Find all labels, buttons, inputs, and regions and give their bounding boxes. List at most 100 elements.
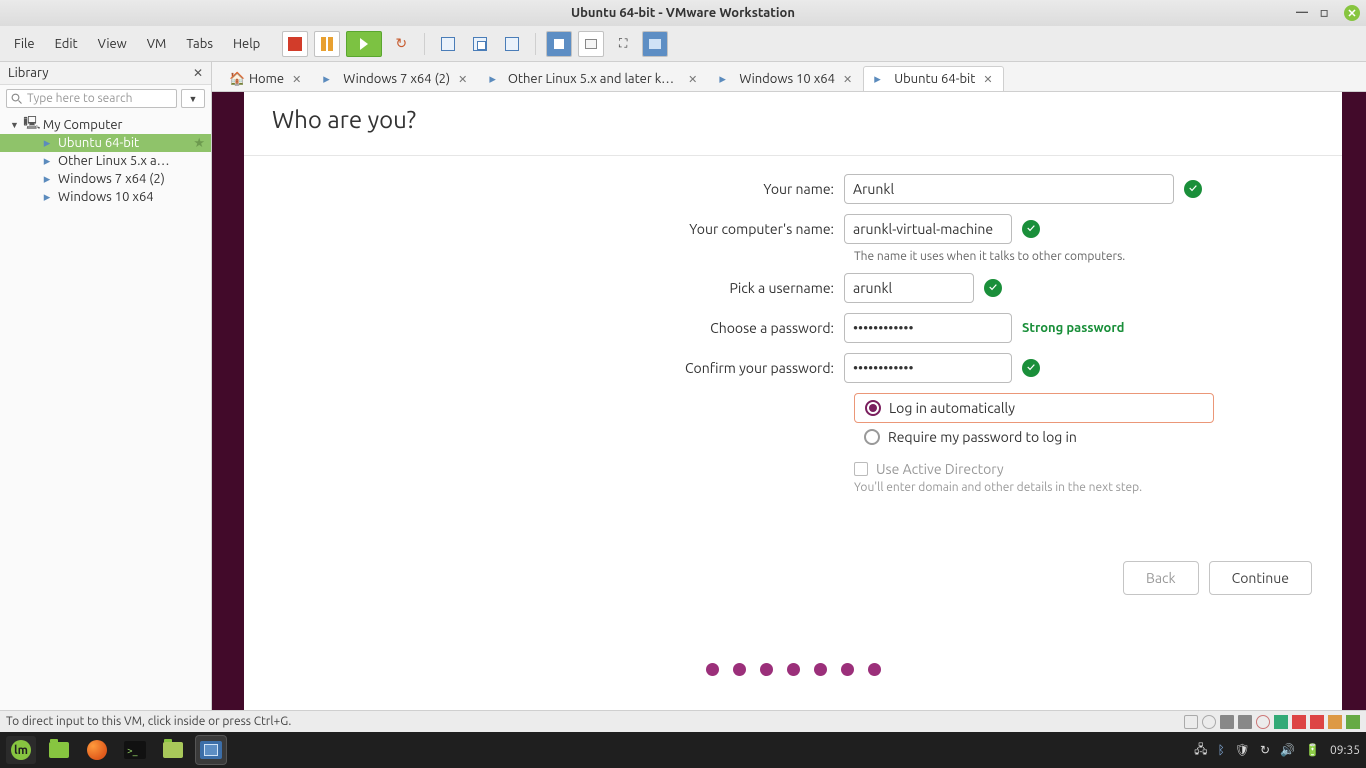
slideshow-dots [244, 663, 1342, 676]
menu-help[interactable]: Help [225, 33, 268, 55]
tab-windows7[interactable]: ▸Windows 7 x64 (2)✕ [312, 66, 478, 91]
checkbox-icon [854, 462, 868, 476]
device-printer-icon[interactable] [1328, 715, 1342, 729]
tab-other-linux[interactable]: ▸Other Linux 5.x and later kerne…✕ [478, 66, 708, 91]
radio-label: Log in automatically [889, 400, 1015, 416]
library-item-ubuntu[interactable]: ▸ Ubuntu 64-bit ★ [0, 134, 211, 152]
library-search-placeholder: Type here to search [27, 92, 132, 105]
toolbar-unity-button[interactable] [642, 31, 668, 57]
computer-icon: 🖳 [25, 118, 39, 132]
toolbar-view-thumbnail-button[interactable] [578, 31, 604, 57]
tab-windows10[interactable]: ▸Windows 10 x64✕ [708, 66, 863, 91]
tray-volume-icon[interactable]: 🔊 [1280, 743, 1295, 757]
library-item-label: Windows 10 x64 [58, 190, 154, 204]
device-net-icon[interactable] [1274, 715, 1288, 729]
taskbar-terminal-button[interactable]: >_ [120, 736, 150, 764]
back-button[interactable]: Back [1123, 561, 1199, 595]
taskbar-files2-button[interactable] [158, 736, 188, 764]
os-taskbar: lm >_ 🖧 ᛒ 🛡 ↻ 🔊 🔋 09:35 [0, 732, 1366, 768]
device-hdd-icon[interactable] [1220, 715, 1234, 729]
tab-ubuntu[interactable]: ▸Ubuntu 64-bit✕ [863, 66, 1003, 92]
close-icon[interactable]: ✕ [688, 73, 697, 86]
continue-button[interactable]: Continue [1209, 561, 1312, 595]
radio-login-automatically[interactable]: Log in automatically [854, 393, 1214, 423]
check-ok-icon [1184, 180, 1202, 198]
close-icon[interactable]: ✕ [292, 73, 301, 86]
statusbar: To direct input to this VM, click inside… [0, 710, 1366, 732]
library-search-dropdown[interactable]: ▼ [181, 89, 205, 108]
close-icon[interactable]: ✕ [843, 73, 852, 86]
confirm-password-input[interactable] [844, 353, 1012, 383]
username-input[interactable] [844, 273, 974, 303]
checkbox-active-directory[interactable]: Use Active Directory [854, 461, 1342, 477]
vm-display[interactable]: Who are you? Your name: Your computer's … [212, 92, 1366, 710]
library-item-windows7[interactable]: ▸ Windows 7 x64 (2) [0, 170, 211, 188]
computer-name-label: Your computer's name: [244, 221, 844, 237]
toolbar-snapshot-manager-button[interactable] [467, 31, 493, 57]
your-name-input[interactable] [844, 174, 1174, 204]
computer-name-hint: The name it uses when it talks to other … [854, 250, 1342, 263]
menu-vm[interactable]: VM [139, 33, 175, 55]
menu-edit[interactable]: Edit [47, 33, 86, 55]
library-item-windows10[interactable]: ▸ Windows 10 x64 [0, 188, 211, 206]
close-icon[interactable]: ✕ [458, 73, 467, 86]
device-usb-icon[interactable] [1292, 715, 1306, 729]
dot-icon [733, 663, 746, 676]
menu-view[interactable]: View [90, 33, 135, 55]
toolbar-poweron-button[interactable] [346, 31, 382, 57]
computer-name-input[interactable] [844, 214, 1012, 244]
menubar: File Edit View VM Tabs Help ↻ ⛶ [0, 26, 1366, 62]
active-directory-hint: You'll enter domain and other details in… [854, 481, 1342, 494]
toolbar-poweroff-button[interactable] [282, 31, 308, 57]
taskbar-firefox-button[interactable] [82, 736, 112, 764]
password-input[interactable] [844, 313, 1012, 343]
password-label: Choose a password: [244, 320, 844, 336]
toolbar-suspend-button[interactable] [314, 31, 340, 57]
radio-label: Require my password to log in [888, 429, 1077, 445]
device-cd-icon[interactable] [1256, 715, 1270, 729]
dot-icon [868, 663, 881, 676]
toolbar-revert-button[interactable] [499, 31, 525, 57]
tab-label: Ubuntu 64-bit [894, 72, 975, 86]
library-item-label: Ubuntu 64-bit [58, 136, 139, 150]
dot-icon [841, 663, 854, 676]
library-search-input[interactable]: Type here to search [6, 89, 177, 108]
toolbar-view-console-button[interactable] [546, 31, 572, 57]
device-icon[interactable] [1202, 715, 1216, 729]
tray-updates-icon[interactable]: 🛡 [1235, 743, 1250, 757]
toolbar-fullscreen-button[interactable]: ⛶ [610, 31, 636, 57]
window-minimize-button[interactable] [1296, 5, 1310, 19]
window-close-button[interactable] [1344, 5, 1360, 21]
tray-sync-icon[interactable]: ↻ [1260, 743, 1270, 757]
radio-require-password[interactable]: Require my password to log in [854, 423, 1342, 451]
tab-label: Other Linux 5.x and later kerne… [508, 72, 680, 86]
vm-tabstrip: 🏠Home✕ ▸Windows 7 x64 (2)✕ ▸Other Linux … [212, 62, 1366, 92]
toolbar-restart-button[interactable]: ↻ [388, 31, 414, 57]
tab-label: Windows 7 x64 (2) [343, 72, 450, 86]
tab-label: Windows 10 x64 [739, 72, 835, 86]
window-titlebar: Ubuntu 64-bit - VMware Workstation [0, 0, 1366, 26]
start-menu-button[interactable]: lm [6, 736, 36, 764]
window-maximize-button[interactable] [1320, 5, 1334, 19]
device-sound-icon[interactable] [1310, 715, 1324, 729]
menu-file[interactable]: File [6, 33, 43, 55]
tray-bluetooth-icon[interactable]: ᛒ [1218, 744, 1225, 757]
check-ok-icon [1022, 220, 1040, 238]
toolbar-snapshot-button[interactable] [435, 31, 461, 57]
tray-clock[interactable]: 09:35 [1330, 744, 1360, 757]
device-icon[interactable] [1184, 715, 1198, 729]
tray-network-icon[interactable]: 🖧 [1194, 740, 1207, 761]
tray-battery-icon[interactable]: 🔋 [1305, 743, 1320, 757]
tab-label: Home [249, 72, 284, 86]
close-icon[interactable]: ✕ [983, 73, 992, 86]
tab-home[interactable]: 🏠Home✕ [218, 66, 312, 91]
device-display-icon[interactable] [1346, 715, 1360, 729]
taskbar-vmware-button[interactable] [196, 736, 226, 764]
library-close-button[interactable]: ✕ [193, 66, 203, 80]
library-root-my-computer[interactable]: ▼ 🖳 My Computer [0, 116, 211, 134]
device-hdd-icon[interactable] [1238, 715, 1252, 729]
menu-tabs[interactable]: Tabs [178, 33, 221, 55]
taskbar-files-button[interactable] [44, 736, 74, 764]
password-strength: Strong password [1022, 321, 1124, 335]
library-item-other-linux[interactable]: ▸ Other Linux 5.x a… [0, 152, 211, 170]
